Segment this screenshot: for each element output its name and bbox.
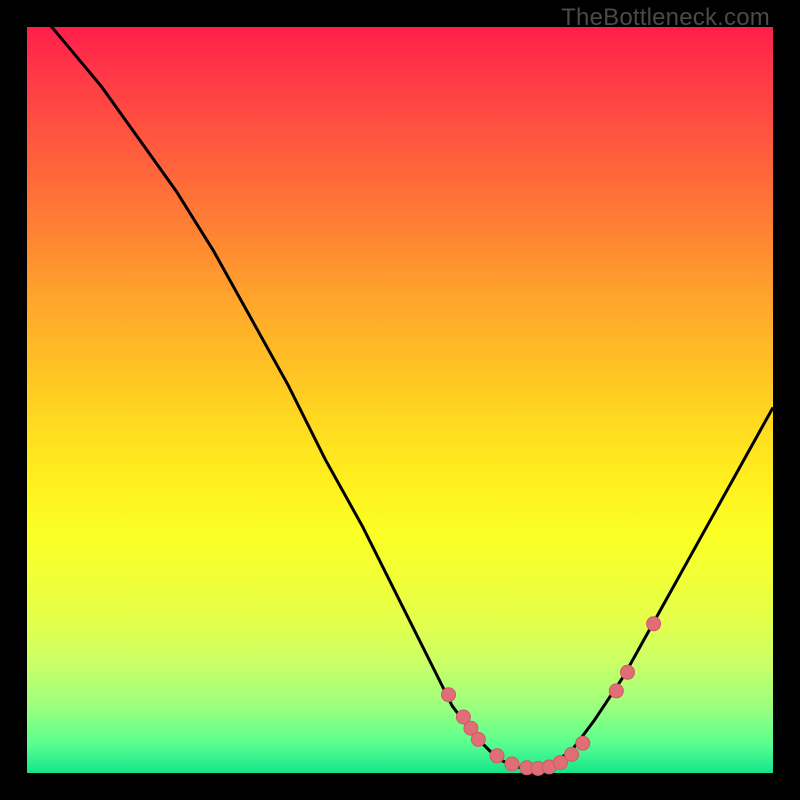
data-marker [647, 617, 661, 631]
watermark-text: TheBottleneck.com [561, 4, 770, 32]
data-marker [471, 732, 485, 746]
data-marker [621, 665, 635, 679]
curve-markers [442, 617, 661, 776]
plot-area [27, 27, 773, 773]
chart-svg [27, 27, 773, 773]
data-marker [505, 757, 519, 771]
data-marker [442, 688, 456, 702]
data-marker [490, 749, 504, 763]
data-marker [576, 736, 590, 750]
chart-frame: TheBottleneck.com [0, 0, 800, 800]
bottleneck-curve [27, 0, 773, 769]
data-marker [609, 684, 623, 698]
data-marker [565, 747, 579, 761]
